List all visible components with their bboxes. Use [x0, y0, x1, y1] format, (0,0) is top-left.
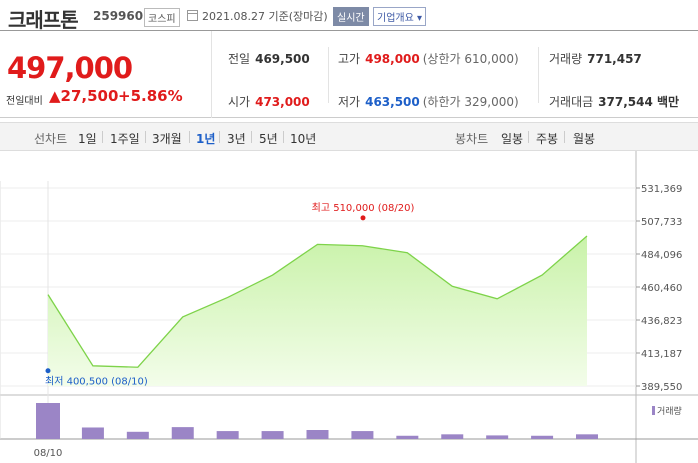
company-overview-button[interactable]: 기업개요 ▾	[373, 7, 426, 26]
price-chart: 531,369 507,733 484,096 460,460 436,823 413,1…	[0, 151, 698, 463]
y-tick-label: 531,369	[641, 184, 682, 195]
low-annotation: 최저 400,500 (08/10)	[45, 376, 148, 388]
tab-3month[interactable]: 3개월	[152, 130, 182, 147]
open-label: 시가	[228, 95, 251, 109]
volume-bar	[81, 427, 104, 439]
y-tick-label: 460,460	[641, 283, 682, 294]
price-area	[48, 235, 587, 386]
change-percent: +5.86%	[118, 87, 183, 105]
market-badge: 코스피	[144, 8, 180, 27]
volume-bar	[441, 434, 464, 439]
calendar-icon	[187, 10, 198, 21]
amount-label: 거래대금	[549, 95, 594, 109]
low-marker	[45, 368, 51, 374]
realtime-button[interactable]: 실시간	[333, 7, 369, 26]
tab-monthly-candle[interactable]: 월봉	[573, 130, 595, 147]
tab-10year[interactable]: 10년	[290, 130, 316, 147]
high-annotation: 최고 510,000 (08/20)	[312, 202, 415, 214]
y-tick-label: 507,733	[641, 217, 682, 228]
high-label: 고가	[338, 52, 361, 66]
trade-amount: 거래대금 377,544 백만	[549, 93, 679, 110]
high-price: 고가 498,000 (상한가 610,000)	[338, 50, 519, 67]
tab-5year[interactable]: 5년	[259, 130, 278, 147]
y-tick-label: 413,187	[641, 349, 682, 360]
high-marker	[360, 215, 366, 221]
open-value: 473,000	[255, 95, 310, 109]
tab-divider	[283, 131, 284, 143]
volume-bar	[306, 430, 329, 439]
amount-value: 377,544 백만	[598, 95, 680, 109]
open-price: 시가 473,000	[228, 93, 310, 110]
tab-weekly-candle[interactable]: 주봉	[536, 130, 558, 147]
tab-divider	[145, 131, 146, 143]
tab-1week[interactable]: 1주일	[110, 130, 140, 147]
y-tick-label: 436,823	[641, 316, 682, 327]
volume-bar	[171, 427, 194, 439]
volume-bar	[396, 435, 419, 439]
low-label: 저가	[338, 95, 361, 109]
line-chart-label: 선차트	[34, 132, 68, 146]
low-value: 463,500	[365, 95, 420, 109]
volume-legend-swatch	[652, 406, 655, 415]
volume-bar	[216, 431, 239, 439]
volume: 거래량 771,457	[549, 50, 642, 67]
volume-bar	[486, 435, 509, 439]
price-chart-svg: 531,369 507,733 484,096 460,460 436,823 413,1…	[0, 151, 698, 463]
tab-divider	[528, 131, 529, 143]
volume-bar	[261, 431, 284, 439]
change-label: 전일대비	[6, 96, 43, 107]
low-price: 저가 463,500 (하한가 329,000)	[338, 93, 519, 110]
tab-3year[interactable]: 3년	[227, 130, 246, 147]
high-value: 498,000	[365, 52, 420, 66]
volume-label: 거래량	[549, 52, 583, 66]
chart-period-tabs: 선차트 1일 1주일 3개월 1년 3년 5년 10년 봉차트 일봉 주봉 월봉	[0, 122, 698, 151]
tab-divider	[564, 131, 565, 143]
y-tick-label: 484,096	[641, 250, 682, 261]
volume-bar	[531, 435, 554, 439]
volume-bar	[351, 431, 374, 439]
volume-bar	[126, 431, 149, 439]
y-tick-label: 389,550	[641, 382, 682, 393]
tab-divider	[189, 131, 190, 143]
volume-bar	[576, 434, 598, 439]
prev-close-value: 469,500	[255, 52, 310, 66]
candle-chart-label: 봉차트	[455, 132, 489, 146]
price-block: 497,000 전일대비 ▲27,500 +5.86%	[0, 31, 212, 118]
volume-bar	[36, 403, 60, 439]
tab-1day[interactable]: 1일	[78, 130, 97, 147]
volume-value: 771,457	[587, 52, 642, 66]
prev-close-label: 전일	[228, 52, 251, 66]
stock-code: 259960	[93, 9, 144, 23]
date-info: 2021.08.27 기준(장마감)	[202, 10, 328, 23]
divider	[538, 47, 539, 103]
change-value: ▲27,500	[49, 87, 119, 105]
volume-legend-label: 거래량	[657, 405, 682, 417]
divider	[328, 47, 329, 103]
lower-limit: (하한가 329,000)	[422, 95, 519, 109]
tab-divider	[251, 131, 252, 143]
prev-close: 전일 469,500	[228, 50, 310, 67]
tab-1year[interactable]: 1년	[196, 130, 215, 147]
x-tick-label: 08/10	[34, 448, 63, 459]
tab-divider	[219, 131, 220, 143]
quote-panel: 497,000 전일대비 ▲27,500 +5.86% 전일 469,500 고가…	[0, 30, 698, 118]
current-price: 497,000	[7, 51, 133, 85]
company-name: 크래프톤	[8, 8, 79, 32]
upper-limit: (상한가 610,000)	[422, 52, 519, 66]
tab-divider	[102, 131, 103, 143]
tab-daily-candle[interactable]: 일봉	[501, 130, 523, 147]
stock-header: 크래프톤 259960 코스피 2021.08.27 기준(장마감) 실시간 기…	[0, 0, 698, 32]
